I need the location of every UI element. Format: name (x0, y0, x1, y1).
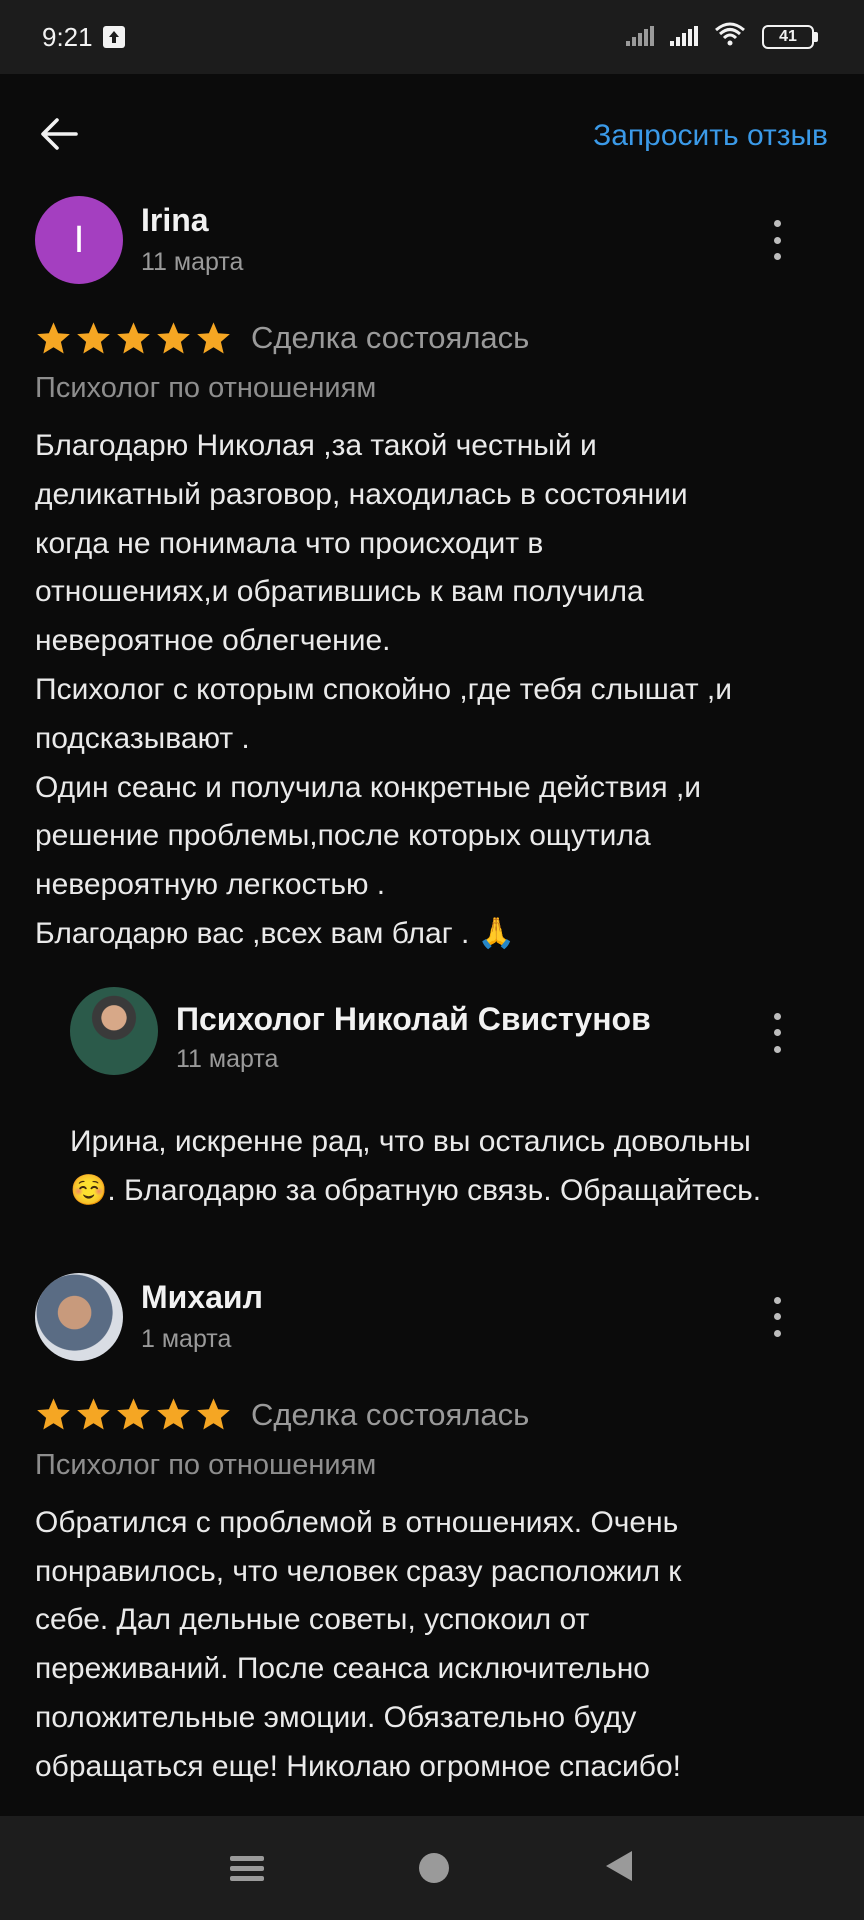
avatar[interactable] (70, 986, 158, 1075)
reviews-list: I Irina 11 марта Сделка состоялась Психо… (0, 190, 864, 1792)
star-icon (157, 321, 190, 353)
review-text: Обратился с проблемой в отношениях. Очен… (35, 1505, 682, 1783)
reply-header: Психолог Николай Свистунов 11 марта (70, 986, 829, 1077)
avatar-letter: I (73, 218, 85, 261)
avatar[interactable] (35, 1272, 123, 1361)
review-card: I Irina 11 марта Сделка состоялась Психо… (0, 190, 864, 1215)
signal-icon-2 (670, 22, 698, 53)
back-arrow-icon[interactable] (40, 117, 78, 156)
star-rating (35, 1396, 232, 1433)
more-options-icon[interactable] (765, 1296, 789, 1337)
reply-text: Ирина, искренне рад, что вы остались дов… (70, 1124, 762, 1207)
review-category: Психолог по отношениям (35, 1448, 377, 1481)
rating-row: Сделка состоялась (35, 316, 829, 360)
request-review-button[interactable]: Запросить отзыв (593, 119, 828, 153)
status-right: 41 (626, 22, 818, 53)
home-circle-icon[interactable] (419, 1853, 449, 1883)
upload-icon (102, 26, 125, 48)
owner-reply: Психолог Николай Свистунов 11 марта Ирин… (35, 986, 829, 1215)
status-time: 9:21 (42, 21, 93, 52)
triangle-back-icon[interactable] (604, 1849, 634, 1888)
review-date: 1 марта (141, 1324, 232, 1353)
review-card: Михаил 1 марта Сделка состоялась Психоло… (0, 1267, 864, 1792)
wifi-icon (714, 22, 746, 53)
review-header: I Irina 11 марта (35, 190, 829, 284)
star-icon (157, 1398, 190, 1430)
avatar[interactable]: I (35, 196, 123, 284)
review-header: Михаил 1 марта (35, 1267, 829, 1361)
deal-status: Сделка состоялась (251, 1396, 530, 1432)
rating-row: Сделка состоялась (35, 1393, 829, 1437)
review-text: Благодарю Николая ,за такой честный и де… (35, 429, 732, 950)
more-options-icon[interactable] (765, 220, 789, 260)
battery-level: 41 (762, 25, 814, 49)
reply-author[interactable]: Психолог Николай Свистунов (176, 1001, 651, 1038)
signal-icon (626, 22, 654, 53)
star-icon (117, 1398, 150, 1430)
app-header: Запросить отзыв (0, 74, 864, 198)
review-author[interactable]: Михаил (141, 1279, 263, 1316)
menu-icon[interactable] (230, 1855, 264, 1881)
star-icon (117, 321, 150, 353)
battery-icon: 41 (762, 25, 818, 49)
reply-date: 11 марта (176, 1044, 279, 1073)
status-bar: 9:21 41 (0, 0, 864, 74)
star-icon (37, 1398, 70, 1430)
system-nav-bar (0, 1816, 864, 1920)
review-author[interactable]: Irina (141, 202, 209, 239)
star-icon (197, 1398, 230, 1430)
battery-tip (814, 32, 818, 42)
star-icon (77, 1398, 110, 1430)
more-options-icon[interactable] (765, 1012, 789, 1053)
deal-status: Сделка состоялась (251, 320, 530, 355)
review-date: 11 марта (141, 248, 244, 276)
star-icon (77, 321, 110, 353)
star-rating (35, 320, 232, 357)
star-icon (197, 321, 230, 353)
review-category: Психолог по отношениям (35, 372, 377, 404)
status-left: 9:21 (42, 22, 125, 53)
star-icon (37, 321, 70, 353)
